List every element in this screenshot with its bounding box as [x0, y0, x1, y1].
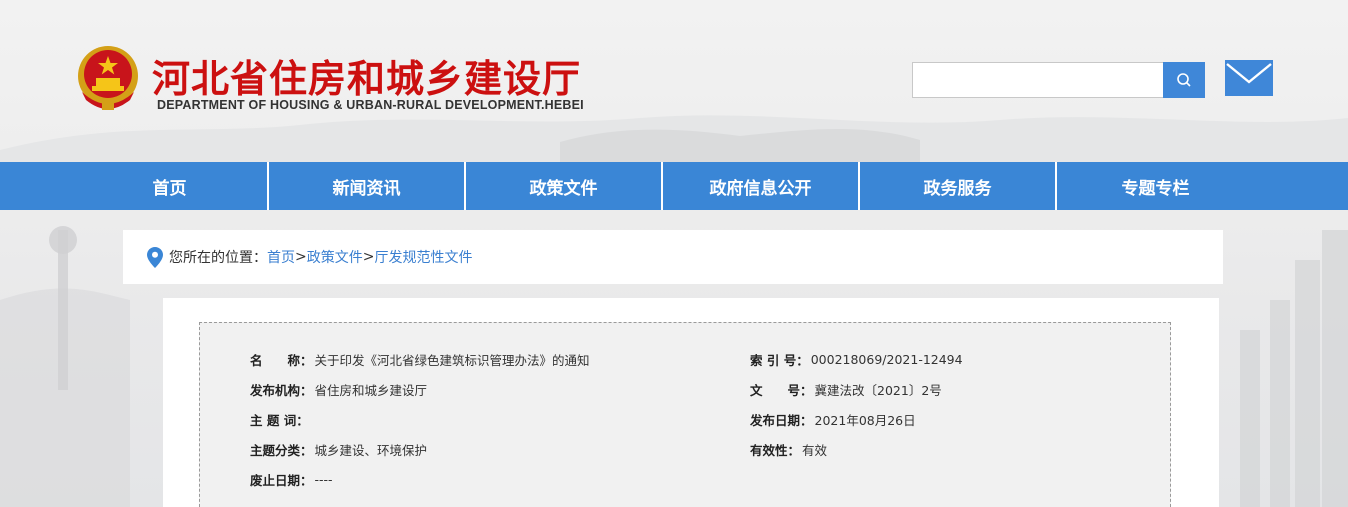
national-emblem-icon [72, 42, 144, 114]
meta-docno-label: 文 号： [750, 382, 813, 398]
meta-category-value: 城乡建设、环境保护 [314, 442, 428, 458]
breadcrumb-separator: > [362, 249, 375, 265]
content-panel: 名 称： 关于印发《河北省绿色建筑标识管理办法》的通知 索 引 号： 00021… [163, 298, 1219, 507]
meta-expiry-value: ---- [314, 471, 333, 487]
meta-docno-value: 冀建法改〔2021〕2号 [814, 382, 942, 398]
breadcrumb: 您所在的位置： 首页 > 政策文件 > 厅发规范性文件 [123, 230, 1223, 284]
meta-validity-label: 有效性： [750, 442, 801, 458]
meta-docno: 文 号： 冀建法改〔2021〕2号 [750, 379, 942, 399]
meta-index-value: 000218069/2021-12494 [810, 351, 963, 367]
location-pin-icon [147, 246, 163, 268]
meta-date-label: 发布日期： [750, 412, 813, 428]
meta-expiry-label: 废止日期： [250, 472, 313, 488]
meta-name: 名 称： 关于印发《河北省绿色建筑标识管理办法》的通知 [250, 349, 590, 369]
site-subtitle: DEPARTMENT OF HOUSING & URBAN-RURAL DEVE… [157, 98, 584, 112]
breadcrumb-prefix: 您所在的位置： [169, 250, 267, 266]
meta-validity: 有效性： 有效 [750, 439, 827, 459]
breadcrumb-policy-link[interactable]: 政策文件 [307, 247, 363, 267]
breadcrumb-home-link[interactable]: 首页 [267, 247, 295, 267]
meta-validity-value: 有效 [802, 442, 828, 458]
search-icon [1177, 73, 1191, 87]
meta-keywords: 主 题 词： [250, 409, 311, 429]
meta-category: 主题分类： 城乡建设、环境保护 [250, 439, 427, 459]
main-nav: 首页 新闻资讯 政策文件 政府信息公开 政务服务 专题专栏 [0, 162, 1348, 210]
nav-item-news[interactable]: 新闻资讯 [269, 162, 466, 210]
breadcrumb-separator: > [295, 249, 307, 265]
meta-org-label: 发布机构： [250, 382, 313, 398]
meta-date-value: 2021年08月26日 [814, 412, 916, 428]
document-metadata: 名 称： 关于印发《河北省绿色建筑标识管理办法》的通知 索 引 号： 00021… [199, 322, 1171, 507]
site-title[interactable]: 河北省住房和城乡建设厅 [152, 48, 581, 103]
meta-org: 发布机构： 省住房和城乡建设厅 [250, 379, 427, 399]
meta-org-value: 省住房和城乡建设厅 [314, 382, 428, 398]
meta-expiry: 废止日期： ---- [250, 469, 333, 489]
nav-item-topics[interactable]: 专题专栏 [1057, 162, 1254, 210]
mail-button[interactable] [1225, 60, 1273, 96]
meta-category-label: 主题分类： [250, 442, 313, 458]
nav-item-services[interactable]: 政务服务 [860, 162, 1057, 210]
search-input[interactable] [912, 62, 1164, 98]
nav-item-policy[interactable]: 政策文件 [466, 162, 663, 210]
meta-index: 索 引 号： 000218069/2021-12494 [750, 349, 963, 369]
breadcrumb-normative-docs-link[interactable]: 厅发规范性文件 [374, 247, 472, 267]
site-header: 河北省住房和城乡建设厅 DEPARTMENT OF HOUSING & URBA… [0, 0, 1348, 162]
mail-icon [1225, 60, 1273, 96]
meta-name-label: 名 称： [250, 352, 313, 368]
meta-index-label: 索 引 号： [750, 352, 809, 368]
meta-name-value: 关于印发《河北省绿色建筑标识管理办法》的通知 [314, 352, 590, 368]
search-button[interactable] [1163, 62, 1205, 98]
nav-item-gov-info[interactable]: 政府信息公开 [663, 162, 860, 210]
meta-keywords-label: 主 题 词： [250, 412, 309, 428]
nav-item-home[interactable]: 首页 [72, 162, 269, 210]
meta-date: 发布日期： 2021年08月26日 [750, 409, 916, 429]
